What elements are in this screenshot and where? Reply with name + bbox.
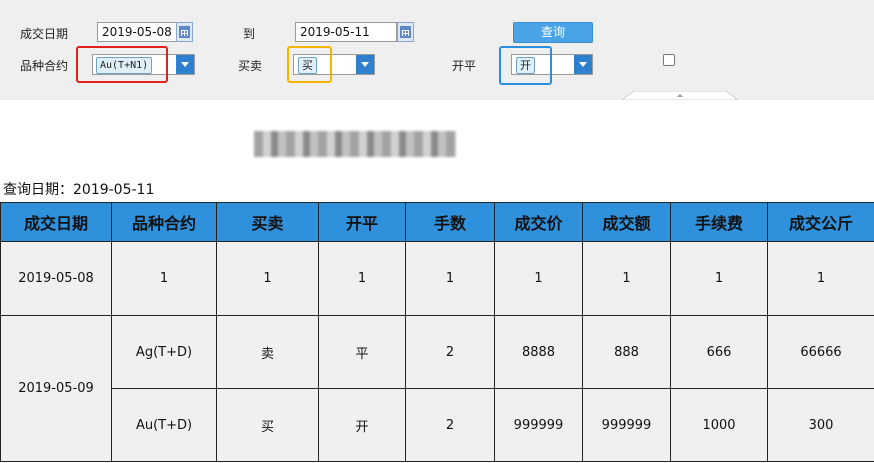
cell-trade-date: 2019-05-08 <box>0 241 112 316</box>
open-close-highlight-box <box>499 46 552 85</box>
column-header-trade-date[interactable]: 成交日期 <box>0 202 112 242</box>
trade-records-table: 成交日期 品种合约 买卖 开平 手数 成交价 成交额 手续费 成交公斤 2019… <box>0 202 874 462</box>
blurred-report-title <box>254 131 456 157</box>
cell-contract: Au(T+D) <box>111 388 217 462</box>
chevron-down-icon[interactable] <box>574 55 592 74</box>
cell-lots: 2 <box>405 388 495 462</box>
cell-price: 8888 <box>494 315 583 389</box>
date-to-input[interactable]: 2019-05-11 <box>295 22 397 42</box>
cell-contract: Ag(T+D) <box>111 315 217 389</box>
table-row: 2019-05-08 1 1 1 1 1 1 1 1 <box>0 241 874 316</box>
cell-open-close: 开 <box>318 388 406 462</box>
cell-contract: 1 <box>111 241 217 316</box>
trade-date-label: 成交日期 <box>20 27 69 41</box>
calendar-icon[interactable] <box>176 22 193 42</box>
cell-lots: 1 <box>405 241 495 316</box>
cell-fee: 1 <box>670 241 768 316</box>
cell-kg: 66666 <box>767 315 874 389</box>
chevron-down-icon[interactable] <box>356 55 374 74</box>
cell-side: 卖 <box>216 315 319 389</box>
column-header-open-close[interactable]: 开平 <box>318 202 406 242</box>
side-highlight-box <box>287 46 332 83</box>
open-close-label: 开平 <box>452 59 477 73</box>
column-header-price[interactable]: 成交价 <box>494 202 583 242</box>
table-row: Au(T+D) 买 开 2 999999 999999 1000 300 <box>1 388 874 462</box>
column-header-amount[interactable]: 成交额 <box>582 202 671 242</box>
side-label: 买卖 <box>238 59 263 73</box>
cell-side: 1 <box>216 241 319 316</box>
cell-amount: 888 <box>582 315 671 389</box>
column-header-side[interactable]: 买卖 <box>216 202 319 242</box>
to-label: 到 <box>243 27 256 41</box>
cell-trade-date: 2019-05-09 <box>0 315 112 462</box>
cell-amount: 999999 <box>582 388 671 462</box>
calendar-icon[interactable] <box>397 22 414 42</box>
query-date-text: 查询日期：2019-05-11 <box>3 182 155 198</box>
cell-kg: 300 <box>767 388 874 462</box>
contract-highlight-box <box>76 46 168 83</box>
table-row: 2019-05-09 Ag(T+D) 卖 平 2 8888 888 666 66… <box>0 315 874 462</box>
column-header-kg[interactable]: 成交公斤 <box>767 202 874 242</box>
cell-kg: 1 <box>767 241 874 316</box>
contract-label: 品种合约 <box>20 59 69 73</box>
chevron-down-icon[interactable] <box>176 55 194 74</box>
query-button[interactable]: 查询 <box>513 22 593 43</box>
table-header-row: 成交日期 品种合约 买卖 开平 手数 成交价 成交额 手续费 成交公斤 <box>0 202 874 242</box>
date-from-input[interactable]: 2019-05-08 <box>97 22 177 42</box>
column-header-fee[interactable]: 手续费 <box>670 202 768 242</box>
cell-fee: 666 <box>670 315 768 389</box>
cell-amount: 1 <box>582 241 671 316</box>
cell-side: 买 <box>216 388 319 462</box>
cell-lots: 2 <box>405 315 495 389</box>
filter-panel: 成交日期 2019-05-08 到 2019-05-11 查询 品种合约 Au(… <box>0 0 874 100</box>
cell-fee: 1000 <box>670 388 768 462</box>
checkbox[interactable] <box>663 54 675 66</box>
column-header-lots[interactable]: 手数 <box>405 202 495 242</box>
cell-open-close: 1 <box>318 241 406 316</box>
collapse-panel-handle[interactable] <box>622 91 738 100</box>
column-header-contract[interactable]: 品种合约 <box>111 202 217 242</box>
cell-price: 1 <box>494 241 583 316</box>
cell-price: 999999 <box>494 388 583 462</box>
cell-open-close: 平 <box>318 315 406 389</box>
